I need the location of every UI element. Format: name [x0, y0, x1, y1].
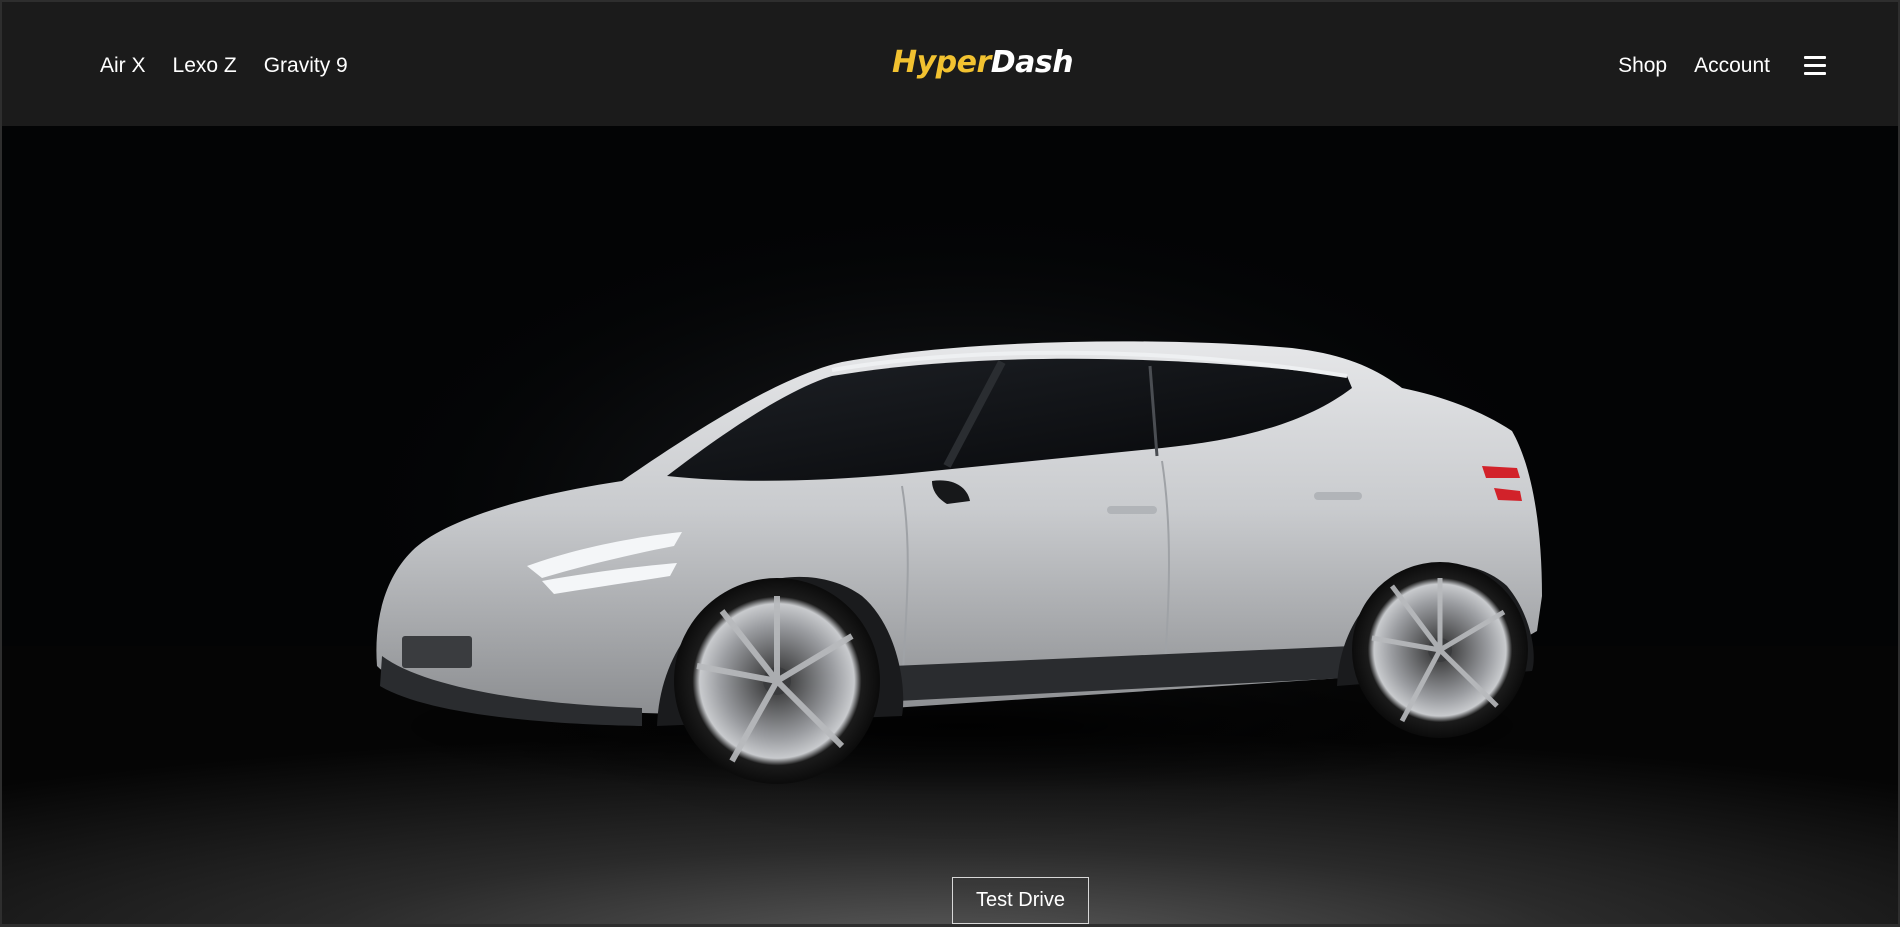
- nav-link-lexo-z[interactable]: Lexo Z: [173, 52, 237, 80]
- nav-link-account[interactable]: Account: [1694, 52, 1770, 80]
- logo-text-dash: Dash: [990, 45, 1074, 80]
- nav-link-gravity-9[interactable]: Gravity 9: [264, 52, 348, 80]
- utility-nav: Shop Account: [1618, 52, 1770, 80]
- site-header: Air X Lexo Z Gravity 9 HyperDash Shop Ac…: [2, 2, 1898, 126]
- menu-bar: [1804, 64, 1826, 67]
- logo-text-hyper: Hyper: [892, 45, 991, 80]
- test-drive-button[interactable]: Test Drive: [952, 877, 1089, 924]
- hamburger-menu-icon[interactable]: [1804, 56, 1826, 75]
- nav-link-shop[interactable]: Shop: [1618, 52, 1667, 80]
- hero-section: [2, 126, 1898, 924]
- brand-logo[interactable]: HyperDash: [892, 45, 1074, 81]
- nav-link-air-x[interactable]: Air X: [100, 52, 146, 80]
- menu-bar: [1804, 72, 1826, 75]
- hero-car-image: [2, 126, 1898, 924]
- model-nav: Air X Lexo Z Gravity 9: [100, 52, 348, 80]
- page: Air X Lexo Z Gravity 9 HyperDash Shop Ac…: [0, 0, 1900, 927]
- menu-bar: [1804, 56, 1826, 59]
